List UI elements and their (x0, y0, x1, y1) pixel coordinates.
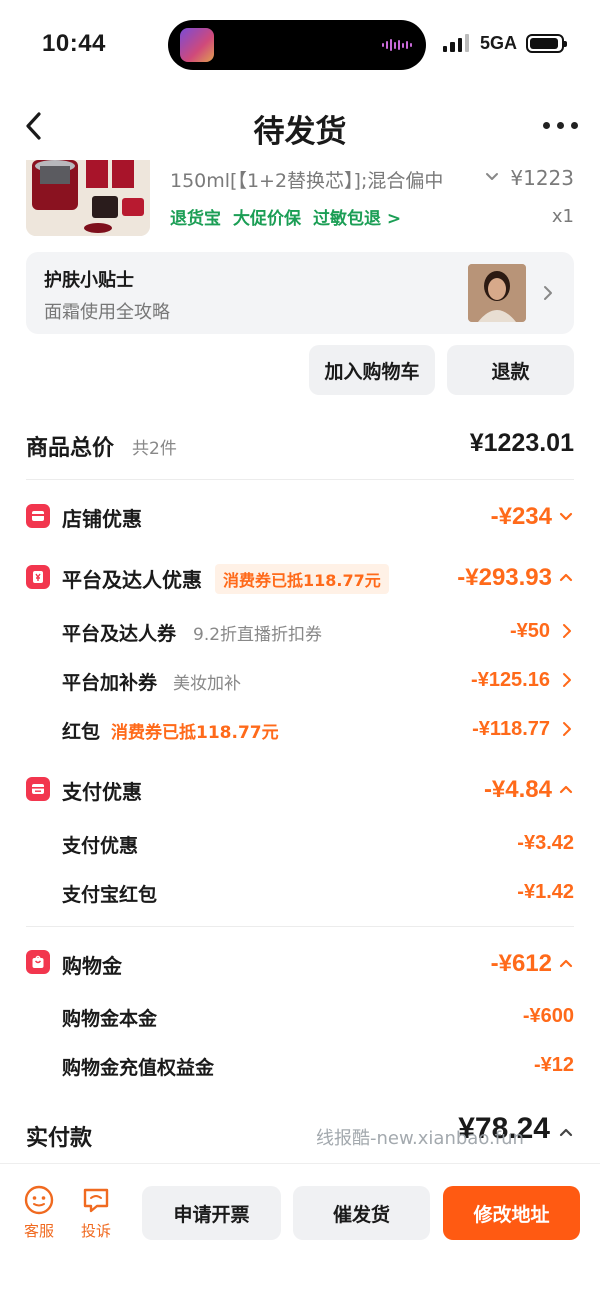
page-title: 待发货 (253, 114, 347, 150)
pay-discount-item-value: -¥3.42 (517, 832, 574, 854)
product-price: ¥1223 (510, 166, 574, 190)
signal-icon (443, 34, 469, 52)
bottom-action-bar: 客服 投诉 申请开票 催发货 修改地址 (0, 1163, 600, 1303)
service-tag: 退货宝 (170, 209, 221, 229)
coupon-icon (26, 565, 50, 589)
more-icon[interactable] (543, 122, 578, 129)
product-row[interactable]: 150ml[【1+2替换芯】];混合偏中 ¥1223 退货宝 大促价保 过敏包退… (0, 160, 600, 240)
battery-icon (526, 34, 567, 53)
platform-coupon-value[interactable]: -¥50 (510, 620, 550, 643)
audio-wave-icon (382, 39, 412, 51)
paid-label: 实付款 (26, 1126, 93, 1151)
dynamic-island (168, 20, 426, 70)
product-name: 150ml[【1+2替换芯】];混合偏中 (170, 170, 444, 192)
subsidy-coupon-value[interactable]: -¥125.16 (471, 669, 550, 692)
complain-button[interactable]: 投诉 (74, 1184, 118, 1241)
chevron-up-icon[interactable] (558, 1124, 574, 1140)
customer-service-button[interactable]: 客服 (17, 1184, 61, 1241)
status-time: 10:44 (42, 30, 106, 57)
payment-discount-label: 支付优惠 (62, 780, 142, 804)
gold-bonus-value: -¥12 (533, 1054, 574, 1076)
item-count: 共2件 (132, 439, 177, 459)
chevron-right-icon[interactable] (562, 721, 572, 737)
product-image[interactable] (26, 160, 150, 236)
red-packet-value[interactable]: -¥118.77 (472, 718, 550, 741)
store-icon (26, 504, 50, 528)
complain-label: 投诉 (80, 1222, 111, 1240)
watermark: 线报酷-new.xianbao.fun (316, 1128, 524, 1149)
nav-bar: 待发货 (0, 96, 600, 156)
modify-address-button[interactable]: 修改地址 (443, 1186, 580, 1240)
tips-title: 护肤小贴士 (44, 270, 134, 291)
payment-discount-value[interactable]: -¥4.84 (484, 776, 552, 804)
refund-button[interactable]: 退款 (447, 345, 574, 395)
store-discount-label: 店铺优惠 (62, 507, 142, 531)
shopping-gold-label: 购物金 (62, 954, 122, 978)
divider (26, 926, 574, 927)
skincare-tips-card[interactable]: 护肤小贴士 面霜使用全攻略 (26, 252, 574, 334)
now-playing-thumbnail (180, 28, 214, 62)
payment-icon (26, 777, 50, 801)
total-value: ¥1223.01 (469, 429, 574, 457)
platform-coupon-note: 9.2折直播折扣券 (193, 625, 323, 645)
total-label: 商品总价 (26, 436, 115, 461)
platform-coupon-label: 平台及达人券 (62, 623, 177, 645)
tips-thumbnail (468, 264, 526, 322)
chevron-right-icon (544, 286, 552, 300)
chevron-up-icon[interactable] (558, 569, 574, 585)
gold-principal-label: 购物金本金 (62, 1008, 158, 1030)
urge-shipping-button[interactable]: 催发货 (293, 1186, 430, 1240)
tips-subtitle: 面霜使用全攻略 (44, 302, 170, 323)
subsidy-coupon-label: 平台加补券 (62, 672, 158, 694)
shopping-bag-icon (26, 950, 50, 974)
alipay-red-packet-value: -¥1.42 (517, 881, 574, 903)
add-to-cart-button[interactable]: 加入购物车 (309, 345, 435, 395)
shopping-gold-value[interactable]: -¥612 (491, 950, 552, 978)
divider (26, 479, 574, 480)
chevron-down-icon[interactable] (558, 509, 574, 525)
product-service-tags[interactable]: 退货宝 大促价保 过敏包退 > (170, 204, 401, 229)
platform-discount-value[interactable]: -¥293.93 (457, 564, 552, 592)
chevron-down-icon[interactable] (484, 169, 500, 185)
gold-principal-value: -¥600 (522, 1005, 574, 1027)
chevron-right-icon[interactable] (562, 672, 572, 688)
voucher-badge: 消费券已抵118.77元 (215, 564, 389, 594)
subsidy-coupon-note: 美妆加补 (173, 674, 241, 694)
red-packet-note: 消费券已抵118.77元 (111, 723, 279, 743)
customer-service-icon (24, 1185, 54, 1215)
customer-service-label: 客服 (23, 1222, 54, 1240)
chevron-up-icon[interactable] (558, 781, 574, 797)
service-tag: 过敏包退 > (313, 209, 402, 229)
store-discount-value[interactable]: -¥234 (491, 503, 552, 531)
alipay-red-packet-label: 支付宝红包 (62, 884, 158, 906)
red-packet-label: 红包 (62, 721, 101, 743)
chevron-right-icon[interactable] (562, 623, 572, 639)
status-bar: 10:44 5GA (0, 0, 600, 88)
platform-discount-label: 平台及达人优惠 (62, 568, 202, 592)
gold-bonus-label: 购物金充值权益金 (62, 1057, 215, 1079)
pay-discount-item-label: 支付优惠 (62, 835, 139, 857)
request-invoice-button[interactable]: 申请开票 (142, 1186, 281, 1240)
service-tag: 大促价保 (233, 209, 301, 229)
network-type: 5GA (480, 33, 518, 53)
chevron-up-icon[interactable] (558, 955, 574, 971)
product-quantity: x1 (551, 206, 574, 227)
complain-icon (83, 1188, 109, 1213)
